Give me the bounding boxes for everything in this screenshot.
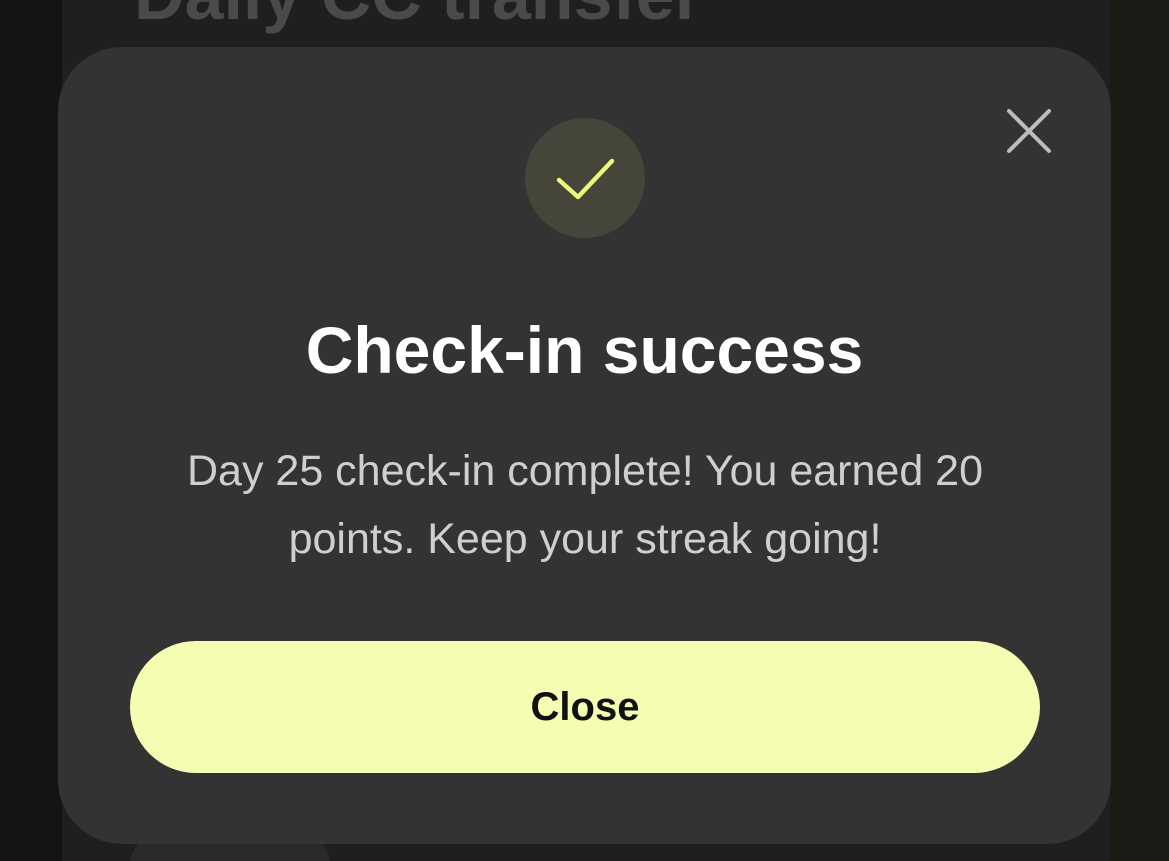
background-edge [1110,0,1169,861]
background-page-title: Daily CC transfer [134,0,702,30]
success-badge [525,118,645,238]
dialog-title: Check-in success [305,313,864,387]
dialog-message: Day 25 check-in complete! You earned 20 … [186,447,984,563]
checkmark-icon [556,158,615,200]
close-icon[interactable] [1005,107,1053,155]
close-button[interactable]: Close [130,641,1040,773]
